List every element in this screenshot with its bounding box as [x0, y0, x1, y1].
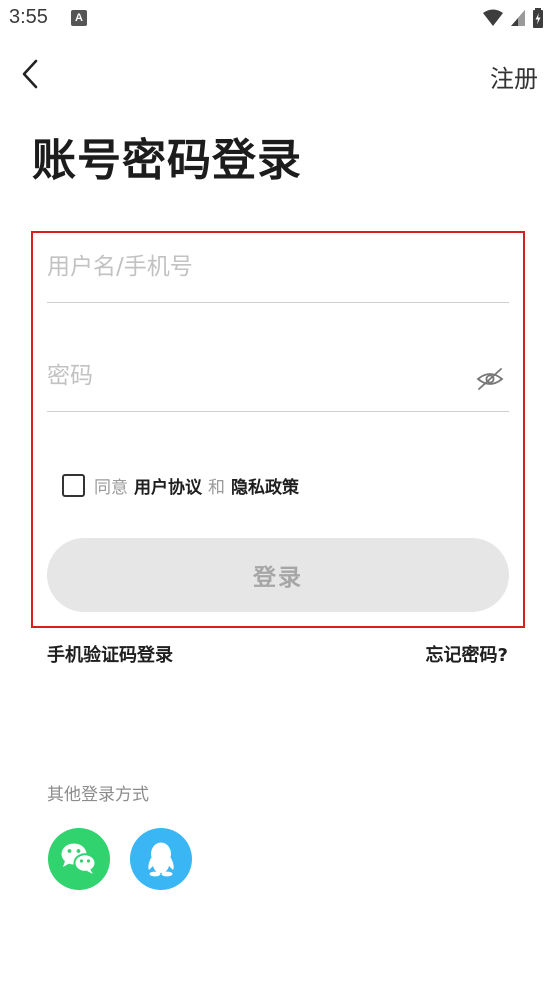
qq-icon — [148, 842, 174, 877]
chevron-left-icon — [22, 59, 38, 89]
status-icons — [482, 8, 544, 28]
login-button[interactable]: 登录 — [47, 538, 509, 612]
register-link[interactable]: 注册 — [490, 59, 538, 94]
and-text: 和 — [208, 478, 225, 498]
terms-link[interactable]: 用户协议 — [134, 473, 202, 498]
forgot-password-link[interactable]: 忘记密码? — [426, 641, 508, 667]
notification-icon: A — [71, 10, 87, 26]
back-button[interactable] — [14, 56, 50, 92]
agree-text: 同意 — [94, 478, 128, 498]
qq-login-button[interactable] — [130, 828, 192, 890]
signal-icon — [511, 10, 525, 26]
status-bar: 3:55 A — [0, 0, 554, 38]
wechat-login-button[interactable] — [48, 828, 110, 890]
username-input[interactable] — [47, 247, 467, 287]
battery-icon — [533, 8, 543, 28]
other-login-label: 其他登录方式 — [47, 785, 149, 805]
sms-login-link[interactable]: 手机验证码登录 — [47, 641, 173, 667]
password-field — [47, 342, 509, 412]
password-input[interactable] — [47, 356, 467, 396]
wechat-icon — [61, 843, 97, 874]
page-title: 账号密码登录 — [32, 135, 302, 186]
username-field — [47, 233, 509, 303]
wifi-icon — [483, 9, 503, 26]
password-visibility-toggle[interactable] — [475, 366, 505, 392]
agreement-row: 同意 用户协议 和 隐私政策 — [62, 473, 299, 498]
privacy-link[interactable]: 隐私政策 — [231, 473, 299, 498]
eye-off-icon — [476, 368, 504, 390]
agreement-checkbox[interactable] — [62, 474, 85, 497]
login-form: 同意 用户协议 和 隐私政策 登录 — [31, 231, 525, 628]
status-time: 3:55 — [9, 6, 48, 28]
